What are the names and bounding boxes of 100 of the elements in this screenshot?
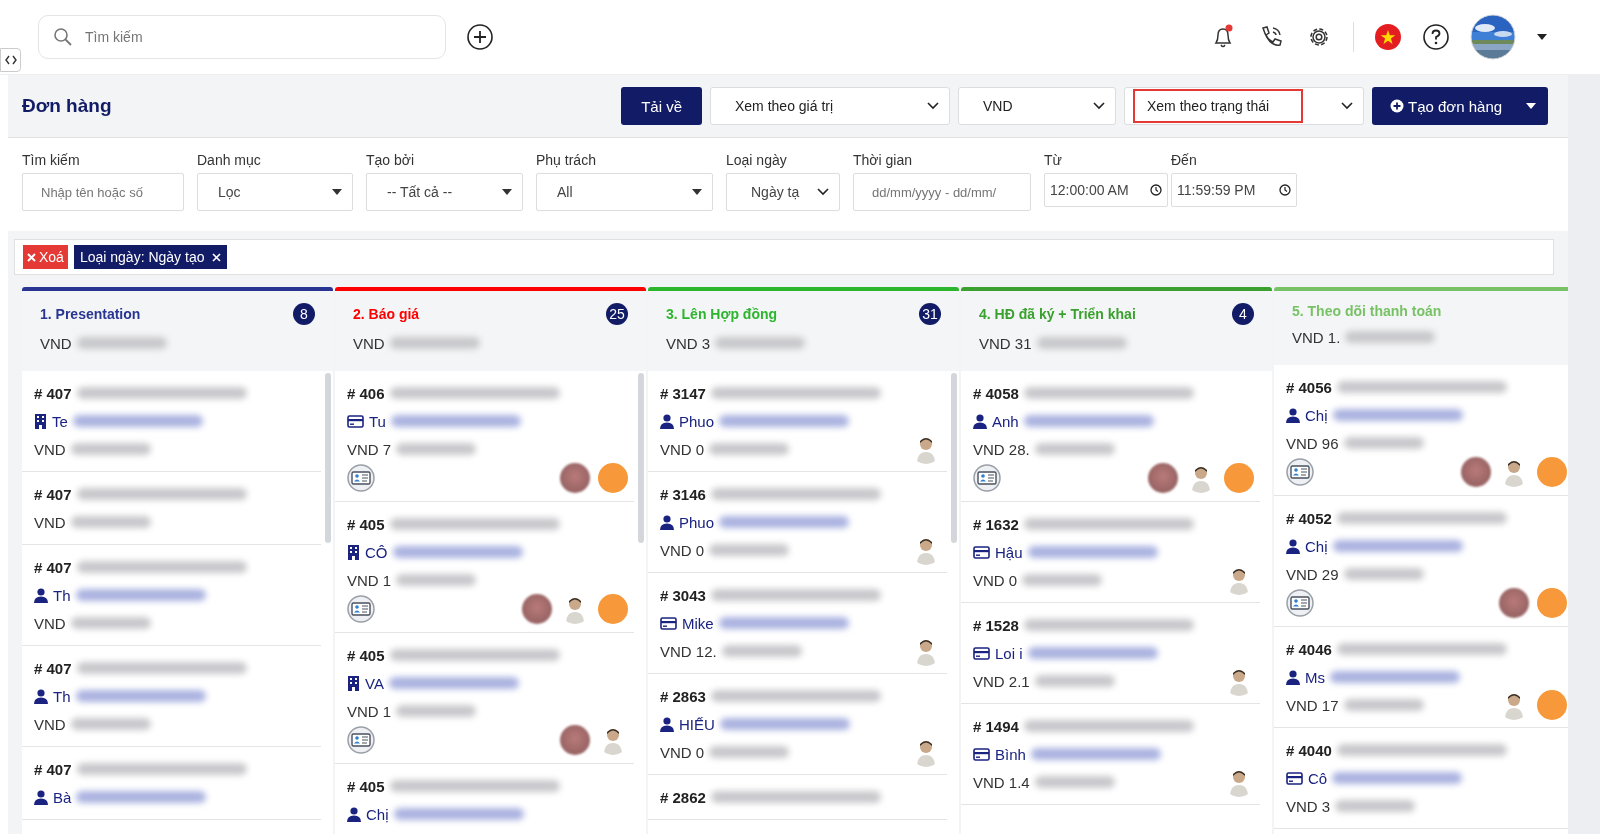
order-card[interactable]: # 407 VND [22,472,321,545]
order-card[interactable]: # 3043 Mike VND 12. [648,573,947,674]
order-amount: VND 0 [660,541,705,559]
order-amount: VND 0 [660,440,705,458]
dropdown[interactable]: Lọc [197,173,353,211]
select-field[interactable]: Ngày tạ [726,173,840,211]
download-button[interactable]: Tải về [621,87,702,125]
order-card[interactable]: # 2862 [648,775,947,820]
order-number: # 407 [34,659,72,677]
contact-name[interactable]: Te [52,412,68,430]
contact-name[interactable]: Bình [995,745,1026,763]
person-icon [1286,407,1300,423]
page-title: Đơn hàng [22,95,112,117]
contact-name[interactable]: Ms [1305,668,1325,686]
order-card[interactable]: # 1632 Hậu VND 0 [961,502,1260,603]
order-card[interactable]: # 3146 Phuo VND 0 [648,472,947,573]
avatar [560,463,590,493]
contact-name[interactable]: Mike [682,614,714,632]
person-icon [34,688,48,704]
order-card[interactable]: # 407 Te VND [22,371,321,472]
order-amount: VND 2.1 [973,672,1030,690]
order-card[interactable]: # 405 CÔ VND 1 [335,502,634,633]
order-card[interactable]: # 2863 HIẾU VND 0 [648,674,947,775]
contact-name[interactable]: Th [53,687,71,705]
contact-name[interactable]: Chị [1305,406,1328,424]
order-number: # 4056 [1286,378,1332,396]
order-card[interactable]: # 407 Th VND [22,545,321,646]
field-label: Danh mục [197,152,262,168]
input-field[interactable]: dd/mm/yyyy - dd/mm/ [853,173,1031,211]
id-card-icon[interactable] [347,595,375,623]
avatar [598,594,628,624]
field-label: Loại ngày [726,152,788,168]
contact-name[interactable]: Chị [366,805,389,823]
order-card[interactable]: # 407 Th VND [22,646,321,747]
clear-button[interactable]: Xoá [23,245,68,269]
contact-name[interactable]: Bà [53,788,72,806]
dropdown[interactable]: -- Tất cả -- [366,173,523,211]
scrollbar[interactable] [638,373,644,543]
time-field[interactable]: 11:59:59 PM [1171,173,1297,207]
order-card[interactable]: # 406 Tu VND 7 [335,371,634,502]
select-field[interactable]: Xem theo giá trị [710,87,950,125]
contact-name[interactable]: Chị [1305,537,1328,555]
contact-name[interactable]: Loi i [995,644,1023,662]
order-card[interactable]: # 4058 Anh VND 28. [961,371,1260,502]
chevron-icon [817,188,829,196]
caret-icon [692,189,702,195]
scrollbar[interactable] [1568,75,1600,834]
field-label: Tìm kiếm [22,152,81,168]
column-title: 5. Theo dõi thanh toán [1292,303,1442,319]
time-field[interactable]: 12:00:00 AM [1044,173,1168,207]
person-icon [660,716,674,732]
contact-name[interactable]: CÔ [365,543,388,561]
order-card[interactable]: # 405 Chị [335,764,634,834]
contact-name[interactable]: Cô [1308,769,1328,787]
select-field[interactable]: VND [958,87,1116,125]
contact-name[interactable]: HIẾU [679,715,715,733]
order-amount: VND 29 [1286,565,1339,583]
order-number: # 1494 [973,717,1019,735]
order-amount: VND [34,614,66,632]
search-box[interactable]: Tìm kiếm [38,15,446,59]
add-icon[interactable] [466,23,494,51]
contact-name[interactable]: Th [53,586,71,604]
person-icon [660,514,674,530]
contact-name[interactable]: Tu [369,412,386,430]
order-amount: VND 28. [973,440,1030,458]
order-card[interactable]: # 1494 Bình VND 1.4 [961,704,1260,805]
field-label: Tạo bởi [366,152,416,168]
dropdown[interactable]: All [536,173,713,211]
order-card[interactable]: # 4046 Ms VND 17 [1274,627,1568,728]
order-number: # 407 [34,384,72,402]
caret-icon[interactable] [1536,33,1548,41]
contact-name[interactable]: VA [365,674,384,692]
scrollbar[interactable] [951,373,957,543]
id-card-icon[interactable] [347,726,375,754]
sidebar-toggle[interactable] [0,48,21,72]
order-card[interactable]: # 3147 Phuo VND 0 [648,371,947,472]
order-card[interactable]: # 1528 Loi i VND 2.1 [961,603,1260,704]
id-card-icon[interactable] [1286,458,1314,486]
help-icon[interactable] [1422,23,1450,51]
id-card-icon[interactable] [973,464,1001,492]
avatar [1224,463,1254,493]
flag-icon[interactable] [1374,23,1402,51]
order-number: # 407 [34,558,72,576]
close-icon[interactable] [212,252,222,262]
create-button[interactable]: Tạo đơn hàng [1372,87,1548,125]
input-field[interactable]: Nhập tên hoặc số [22,173,184,211]
id-card-icon[interactable] [347,464,375,492]
select-field[interactable]: Xem theo trạng thái [1124,87,1364,125]
avatar [1148,463,1178,493]
contact-name[interactable]: Phuo [679,513,715,531]
contact-name[interactable]: Anh [992,412,1019,430]
filter-tag[interactable]: Loại ngày: Ngày tạo [73,245,228,269]
id-card-icon[interactable] [1286,589,1314,617]
contact-name[interactable]: Hậu [995,543,1023,561]
order-card[interactable]: # 4056 Chị VND 96 [1274,365,1568,496]
scrollbar[interactable] [325,373,331,543]
order-number: # 4040 [1286,741,1332,759]
order-card[interactable]: # 405 VA VND 1 [335,633,634,764]
contact-name[interactable]: Phuo [679,412,715,430]
order-card[interactable]: # 407 Bà [22,747,321,820]
